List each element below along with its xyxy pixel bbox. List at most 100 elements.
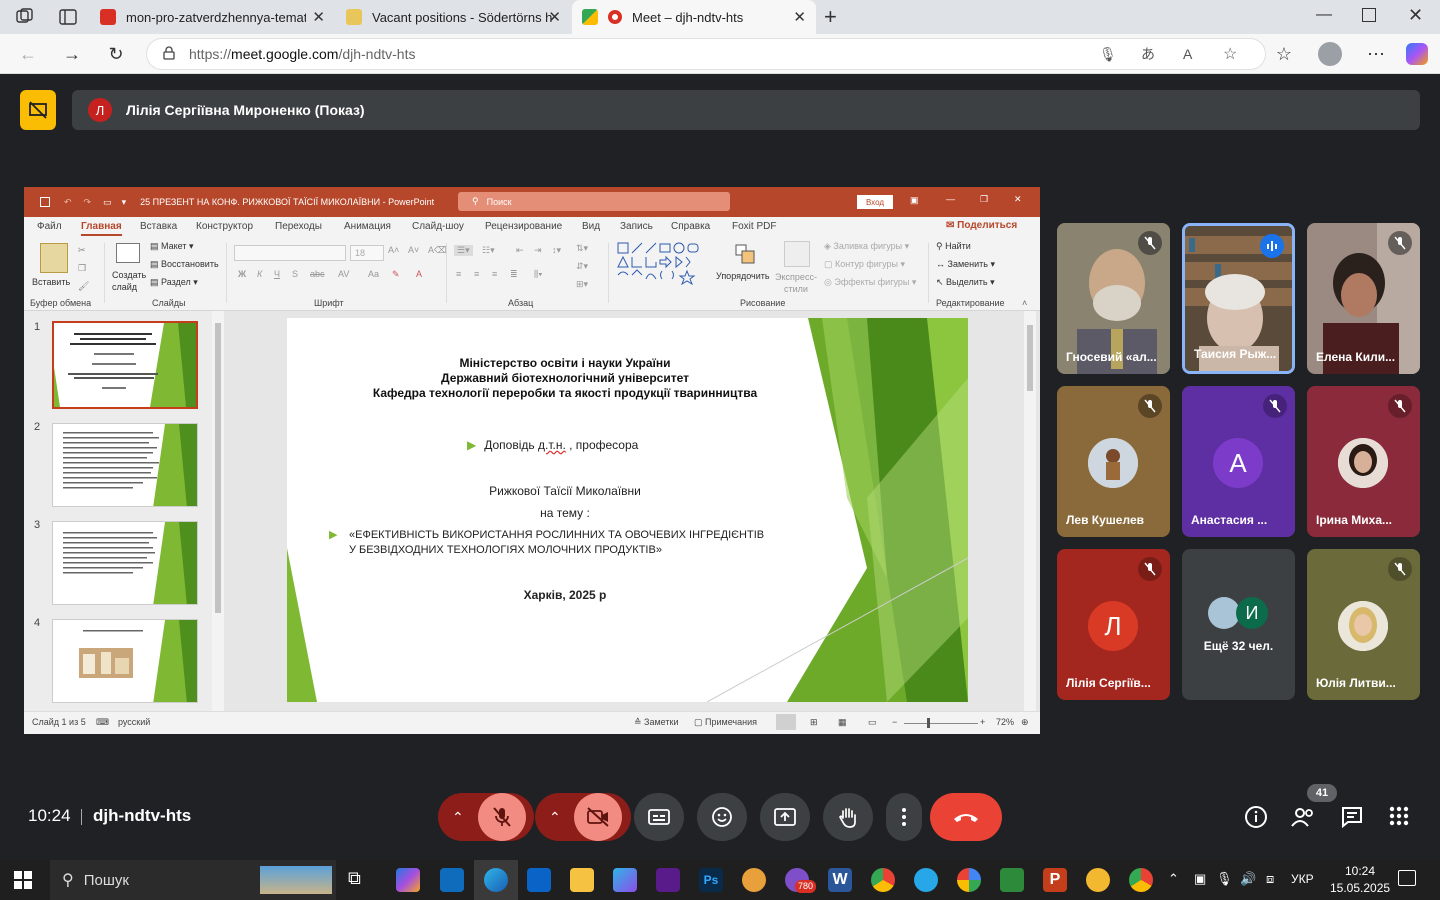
ppt-tab-home[interactable]: Главная bbox=[81, 221, 122, 236]
spellcheck-icon[interactable]: ⌨ bbox=[96, 717, 109, 728]
ppt-tab-slideshow[interactable]: Слайд-шоу bbox=[412, 221, 464, 232]
participant-tile-6[interactable]: Ірина Миха... bbox=[1307, 386, 1420, 537]
participant-tile-5[interactable]: А Анастасия ... bbox=[1182, 386, 1295, 537]
normal-view-icon[interactable] bbox=[776, 714, 796, 730]
zoom-level[interactable]: 72% bbox=[996, 717, 1014, 727]
zoom-out-icon[interactable]: − bbox=[892, 717, 897, 727]
translate-icon[interactable]: あ bbox=[1141, 44, 1155, 64]
app-icon[interactable] bbox=[1000, 868, 1024, 892]
shape-fill-button[interactable]: ◈ Заливка фигуры ▾ bbox=[824, 241, 909, 252]
strikethrough-icon[interactable]: abc bbox=[310, 269, 325, 279]
file-explorer-icon[interactable] bbox=[570, 868, 594, 892]
participant-tile-3[interactable]: Елена Кили... bbox=[1307, 223, 1420, 374]
browser-tab-3[interactable]: Meet – djh-ndtv-hts ✕ bbox=[572, 0, 816, 34]
stop-presenting-button[interactable] bbox=[20, 90, 56, 130]
powerpoint-app-icon[interactable]: P bbox=[1043, 868, 1067, 892]
shrink-font-icon[interactable]: A˅ bbox=[408, 245, 419, 255]
arrange-label[interactable]: Упорядочить bbox=[716, 271, 770, 281]
start-icon[interactable] bbox=[14, 871, 32, 894]
meeting-details-icon[interactable] bbox=[1244, 805, 1268, 834]
slide-thumbnail-1[interactable] bbox=[52, 321, 198, 409]
quick-styles-icon[interactable] bbox=[784, 241, 810, 267]
shape-effects-button[interactable]: ◎ Эффекты фигуры ▾ bbox=[824, 277, 916, 288]
bullets-icon[interactable]: ☰▾ bbox=[454, 245, 473, 256]
ppt-tab-animation[interactable]: Анимация bbox=[344, 221, 391, 232]
mic-status-icon[interactable]: 🎙 bbox=[1216, 871, 1233, 887]
ppt-tab-view[interactable]: Вид bbox=[582, 221, 600, 232]
paste-icon[interactable] bbox=[40, 243, 68, 273]
pdf-editor-icon[interactable] bbox=[656, 868, 680, 892]
captions-button[interactable] bbox=[634, 793, 684, 841]
video-options-chevron-icon[interactable]: ⌃ bbox=[549, 809, 561, 826]
new-slide-label[interactable]: Создать слайд bbox=[112, 269, 152, 293]
clear-format-icon[interactable]: A⌫ bbox=[428, 245, 447, 256]
align-center-icon[interactable]: ≡ bbox=[474, 269, 479, 279]
back-icon[interactable]: ← bbox=[14, 40, 42, 68]
raise-hand-button[interactable] bbox=[823, 793, 873, 841]
zoom-slider[interactable] bbox=[904, 723, 978, 724]
url-field[interactable]: https://meet.google.com/djh-ndtv-hts 🎙 あ… bbox=[146, 38, 1266, 70]
font-size-field[interactable]: 18 bbox=[350, 245, 384, 261]
shape-outline-button[interactable]: ▢ Контур фигуры ▾ bbox=[824, 259, 905, 270]
camera-status-icon[interactable]: ▣ bbox=[1194, 871, 1206, 887]
line-spacing-icon[interactable]: ↕▾ bbox=[552, 245, 561, 256]
present-screen-button[interactable] bbox=[760, 793, 810, 841]
thumbnails-scrollbar[interactable] bbox=[212, 311, 224, 711]
close-tab-icon[interactable]: ✕ bbox=[312, 8, 325, 26]
reset-button[interactable]: ▤ Восстановить bbox=[150, 259, 219, 270]
tab-actions-icon[interactable] bbox=[58, 8, 78, 26]
new-slide-icon[interactable] bbox=[116, 243, 140, 263]
section-button[interactable]: ▤ Раздел ▾ bbox=[150, 277, 198, 288]
reactions-button[interactable] bbox=[697, 793, 747, 841]
microphone-toggle-button[interactable] bbox=[478, 793, 526, 841]
participant-tile-4[interactable]: Лев Кушелев bbox=[1057, 386, 1170, 537]
clock[interactable]: 10:24 15.05.2025 bbox=[1330, 863, 1390, 897]
camera-toggle-button[interactable] bbox=[574, 793, 622, 841]
app-icon[interactable] bbox=[1086, 868, 1110, 892]
browser-tab-1[interactable]: mon-pro-zatverdzhennya-tematik ✕ bbox=[90, 0, 335, 34]
smartart-icon[interactable]: ⊞▾ bbox=[576, 279, 588, 290]
ppt-close-icon[interactable]: ✕ bbox=[1014, 194, 1022, 205]
chrome-profile-icon[interactable] bbox=[1129, 868, 1153, 892]
shadow-icon[interactable]: S bbox=[292, 269, 298, 279]
notes-button[interactable]: ≙ Заметки bbox=[634, 717, 678, 728]
telegram-app-icon[interactable] bbox=[914, 868, 938, 892]
slide-thumbnail-3[interactable] bbox=[52, 521, 198, 605]
ppt-minimize-icon[interactable]: — bbox=[946, 194, 955, 204]
participant-tile-9[interactable]: Юлія Литви... bbox=[1307, 549, 1420, 700]
ppt-tab-foxit[interactable]: Foxit PDF bbox=[732, 221, 776, 232]
browser-app-icon[interactable] bbox=[742, 868, 766, 892]
people-button[interactable] bbox=[1290, 805, 1316, 834]
fit-slide-icon[interactable]: ⊕ bbox=[1021, 717, 1029, 728]
justify-icon[interactable]: ≣ bbox=[510, 269, 518, 280]
taskbar-search[interactable]: ⚲ Пошук bbox=[50, 860, 336, 900]
close-tab-icon[interactable]: ✕ bbox=[548, 8, 561, 26]
slide-thumbnail-4[interactable] bbox=[52, 619, 198, 703]
language-label[interactable]: русский bbox=[118, 717, 150, 727]
redo-icon[interactable]: ↷ bbox=[84, 197, 92, 208]
align-left-icon[interactable]: ≡ bbox=[456, 269, 461, 279]
new-tab-icon[interactable]: + bbox=[824, 4, 837, 30]
customize-qat-icon[interactable]: ▾ bbox=[122, 197, 127, 208]
activities-icon[interactable] bbox=[1389, 806, 1409, 831]
volume-icon[interactable]: 🔊 bbox=[1240, 871, 1256, 887]
browser-tab-2[interactable]: Vacant positions - Södertörns hög ✕ bbox=[336, 0, 571, 34]
select-button[interactable]: ↖ Выделить ▾ bbox=[936, 277, 995, 288]
increase-indent-icon[interactable]: ⇥ bbox=[534, 245, 542, 256]
scrollbar-thumb[interactable] bbox=[1027, 325, 1033, 391]
favorites-icon[interactable]: ☆ bbox=[1270, 40, 1298, 68]
save-icon[interactable] bbox=[40, 197, 50, 207]
spacing-icon[interactable]: AV bbox=[338, 269, 349, 279]
find-button[interactable]: ⚲ Найти bbox=[936, 241, 971, 252]
ppt-tab-help[interactable]: Справка bbox=[671, 221, 710, 232]
undo-icon[interactable]: ↶ bbox=[64, 197, 72, 208]
participant-tile-7[interactable]: Л Лілія Сергіїв... bbox=[1057, 549, 1170, 700]
more-participants-tile[interactable]: И Ещё 32 чел. bbox=[1182, 549, 1295, 700]
highlight-icon[interactable]: ✎ bbox=[392, 269, 400, 280]
arrange-icon[interactable] bbox=[734, 243, 756, 265]
quick-styles-label[interactable]: Экспресс-стили bbox=[774, 271, 818, 295]
slide-scrollbar[interactable] bbox=[1024, 311, 1036, 711]
chat-icon[interactable] bbox=[1340, 805, 1364, 834]
ppt-tab-review[interactable]: Рецензирование bbox=[485, 221, 562, 232]
format-painter-icon[interactable]: 🖌 bbox=[78, 281, 89, 292]
